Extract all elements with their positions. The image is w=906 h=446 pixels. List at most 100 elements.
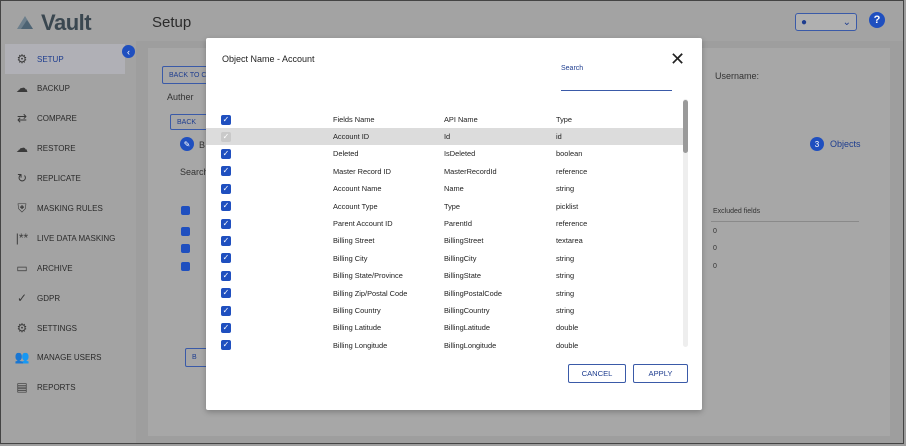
header-api-name: API Name — [444, 115, 478, 124]
checkbox-bg-row[interactable] — [181, 262, 190, 271]
field-name-cell: Billing Zip/Postal Code — [333, 288, 408, 298]
sidebar-item-label: SETTINGS — [37, 323, 78, 333]
page-title: Setup — [152, 14, 192, 31]
sidebar-item-manage-users[interactable]: 👥 MANAGE USERS — [15, 350, 102, 364]
divider — [711, 221, 859, 222]
table-row[interactable]: ✓ Deleted IsDeleted boolean — [206, 145, 686, 162]
sidebar-item-label: MANAGE USERS — [37, 352, 102, 362]
row-checkbox[interactable]: ✓ — [221, 270, 231, 281]
mask-shield-icon: ⛨ — [17, 200, 27, 215]
sidebar-item-label: ARCHIVE — [37, 263, 73, 273]
type-cell: picklist — [556, 201, 579, 211]
table-row[interactable]: ✓ Account Type Type picklist — [206, 198, 686, 215]
excluded-count: 0 — [713, 245, 717, 252]
cloud-restore-icon: ☁ — [16, 141, 28, 155]
row-checkbox[interactable]: ✓ — [221, 218, 231, 229]
field-name-cell: Billing Latitude — [333, 323, 382, 333]
row-checkbox[interactable]: ✓ — [221, 322, 231, 333]
field-name-cell: Account Type — [333, 201, 378, 211]
row-checkbox: ✓ — [221, 131, 231, 142]
sidebar-item-backup[interactable]: ☁ BACKUP — [15, 81, 70, 95]
edit-icon[interactable]: ✎ — [180, 137, 194, 151]
row-checkbox[interactable]: ✓ — [221, 305, 231, 316]
app-logo: Vault — [15, 10, 92, 36]
sidebar-item-live-data-masking[interactable]: |** LIVE DATA MASKING — [15, 231, 116, 245]
back-button[interactable]: BACK — [170, 114, 210, 130]
type-cell: string — [556, 271, 575, 281]
row-checkbox[interactable]: ✓ — [221, 235, 231, 246]
row-checkbox[interactable]: ✓ — [221, 288, 231, 299]
field-name-cell: Parent Account ID — [333, 219, 393, 228]
checkbox-bg-row[interactable] — [181, 244, 190, 253]
row-checkbox[interactable]: ✓ — [221, 201, 231, 212]
sidebar-item-gdpr[interactable]: ✓ GDPR — [15, 291, 60, 305]
field-name-cell: Billing State/Province — [333, 271, 403, 281]
table-row[interactable]: ✓ Billing Country BillingCountry string — [206, 302, 686, 319]
row-checkbox[interactable]: ✓ — [221, 148, 231, 159]
table-row[interactable]: ✓ Master Record ID MasterRecordId reference — [206, 163, 686, 180]
collapse-sidebar-icon[interactable]: ‹ — [122, 45, 135, 58]
row-checkbox[interactable]: ✓ — [221, 253, 231, 264]
asterisk-mask-icon: |** — [15, 231, 29, 245]
table-row[interactable]: ✓ Parent Account ID ParentId reference — [206, 215, 686, 232]
table-row[interactable]: ✓ Account Name Name string — [206, 180, 686, 197]
table-row[interactable]: ✓ Billing Street BillingStreet textarea — [206, 232, 686, 249]
search-input[interactable] — [561, 76, 672, 91]
api-name-cell: BillingCountry — [444, 306, 490, 315]
checkbox-bg-row[interactable] — [181, 227, 190, 236]
sidebar-item-settings[interactable]: ⚙ SETTINGS — [15, 321, 77, 335]
apply-button[interactable]: APPLY — [633, 364, 688, 383]
logo-text: Vault — [41, 10, 92, 35]
table-row[interactable]: ✓ Billing State/Province BillingState strin… — [206, 267, 686, 284]
type-cell: string — [556, 253, 575, 263]
username-label: Username: — [715, 71, 760, 81]
checkbox-bg-header[interactable] — [181, 206, 190, 215]
sidebar-item-replicate[interactable]: ↻ REPLICATE — [15, 171, 81, 185]
field-name-cell: Billing Country — [333, 306, 381, 315]
select-all-checkbox[interactable]: ✓ — [221, 114, 231, 125]
sidebar-item-label: REPORTS — [37, 382, 76, 392]
sidebar-item-label: BACKUP — [37, 83, 70, 93]
sidebar-item-label: COMPARE — [37, 113, 77, 123]
sidebar-item-restore[interactable]: ☁ RESTORE — [15, 141, 76, 155]
table-row[interactable]: ✓ Billing City BillingCity string — [206, 250, 686, 267]
fields-table: ✓ Fields Name API Name Type ✓ Account ID I… — [206, 108, 686, 350]
api-name-cell: ParentId — [444, 219, 472, 228]
settings-icon: ⚙ — [16, 321, 28, 335]
type-cell: reference — [556, 166, 588, 176]
row-checkbox[interactable]: ✓ — [221, 183, 231, 194]
sidebar-item-reports[interactable]: ▤ REPORTS — [15, 380, 76, 394]
table-row[interactable]: ✓ Billing Zip/Postal Code BillingPostalCod… — [206, 285, 686, 302]
sidebar-item-masking-rules[interactable]: ⛨ MASKING RULES — [15, 200, 102, 215]
sidebar-item-label: SETUP — [37, 54, 64, 64]
type-cell: reference — [556, 219, 588, 228]
sidebar-item-label: RESTORE — [37, 143, 76, 153]
sidebar-item-compare[interactable]: ⇄ COMPARE — [15, 111, 77, 125]
object-fields-modal: Object Name - Account ✕ Search ✓ Fields … — [206, 38, 702, 410]
user-icon: ● — [801, 16, 808, 28]
row-checkbox[interactable]: ✓ — [221, 166, 231, 177]
scrollbar-thumb[interactable] — [683, 100, 688, 153]
table-row[interactable]: ✓ Billing Longitude BillingLongitude double — [206, 337, 686, 350]
auth-label: Auther — [167, 92, 194, 102]
top-bar: Vault Setup ● ⌄ ? — [1, 1, 903, 41]
table-row[interactable]: ✓ Account ID Id id — [206, 128, 686, 145]
type-cell: string — [556, 288, 575, 298]
header-type: Type — [556, 115, 573, 124]
field-name-cell: Deleted — [333, 149, 359, 159]
cancel-button[interactable]: CANCEL — [568, 364, 626, 383]
sidebar-item-archive[interactable]: ▭ ARCHIVE — [15, 261, 73, 275]
excluded-fields-header: Excluded fields — [713, 208, 761, 215]
excluded-count: 0 — [713, 263, 717, 270]
close-icon[interactable]: ✕ — [670, 50, 685, 68]
sidebar-item-setup[interactable]: ⚙ SETUP — [5, 44, 125, 74]
help-icon[interactable]: ? — [869, 12, 885, 28]
archive-icon: ▭ — [16, 261, 28, 275]
type-cell: double — [556, 340, 579, 350]
api-name-cell: IsDeleted — [444, 149, 476, 159]
vault-logo-icon — [17, 16, 33, 29]
api-name-cell: BillingPostalCode — [444, 288, 502, 298]
row-checkbox[interactable]: ✓ — [221, 340, 231, 350]
user-menu-button[interactable]: ● ⌄ — [795, 13, 857, 31]
table-row[interactable]: ✓ Billing Latitude BillingLatitude double — [206, 319, 686, 336]
